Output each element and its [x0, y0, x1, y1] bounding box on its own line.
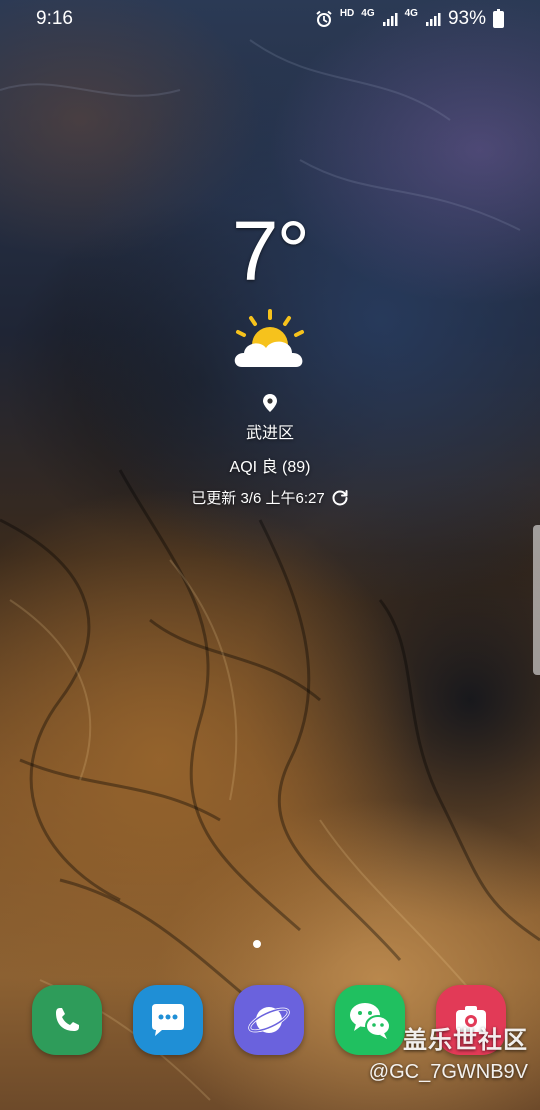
- watermark-user: @GC_7GWNB9V: [368, 1061, 528, 1083]
- phone-icon: [56, 1008, 79, 1031]
- last-updated: 已更新 3/6 上午6:27: [191, 487, 348, 508]
- messages-app-button[interactable]: [133, 985, 203, 1055]
- last-updated-text: 已更新 3/6 上午6:27: [191, 490, 325, 507]
- location-pin-icon: [263, 394, 277, 412]
- signal-icon: [382, 13, 398, 26]
- status-time: 9:16: [36, 8, 73, 29]
- alarm-icon: [316, 10, 332, 27]
- signal-icon: [425, 13, 441, 26]
- network-type-1: 4G: [361, 7, 375, 19]
- wallpaper-texture: [0, 39, 540, 1101]
- air-quality: AQI 良 (89): [229, 459, 311, 476]
- internet-app-button[interactable]: [234, 985, 304, 1055]
- network-type-2: 4G: [404, 7, 418, 19]
- hd-label: HD: [339, 7, 355, 19]
- partly-sunny-icon: [234, 309, 304, 367]
- page-indicator-dot[interactable]: [253, 940, 261, 948]
- status-bar: 9:16 HD 4G 4G 93%: [0, 0, 540, 38]
- weather-widget[interactable]: 7° 武进区 AQI 良 (89) 已更新 3/6 上午6:27: [0, 205, 540, 508]
- temperature: 7°: [231, 204, 310, 298]
- watermark-title: 盖乐世社区: [403, 1027, 528, 1054]
- location-name: 武进区: [245, 425, 294, 442]
- chat-bubble-icon: [152, 1004, 184, 1036]
- refresh-icon[interactable]: [331, 489, 349, 507]
- phone-app-button[interactable]: [32, 985, 102, 1055]
- battery-icon: [493, 8, 504, 28]
- status-icons: HD 4G 4G 93%: [315, 8, 504, 30]
- edge-panel-handle[interactable]: [533, 525, 540, 675]
- planet-icon: [248, 1007, 290, 1033]
- battery-percent: 93%: [447, 8, 486, 29]
- home-screen: 9:16 HD 4G 4G 93% 7° 武进区 AQI 良 (89) 已更新 …: [0, 0, 540, 1110]
- watermark: 盖乐世社区 @GC_7GWNB9V: [369, 1020, 528, 1084]
